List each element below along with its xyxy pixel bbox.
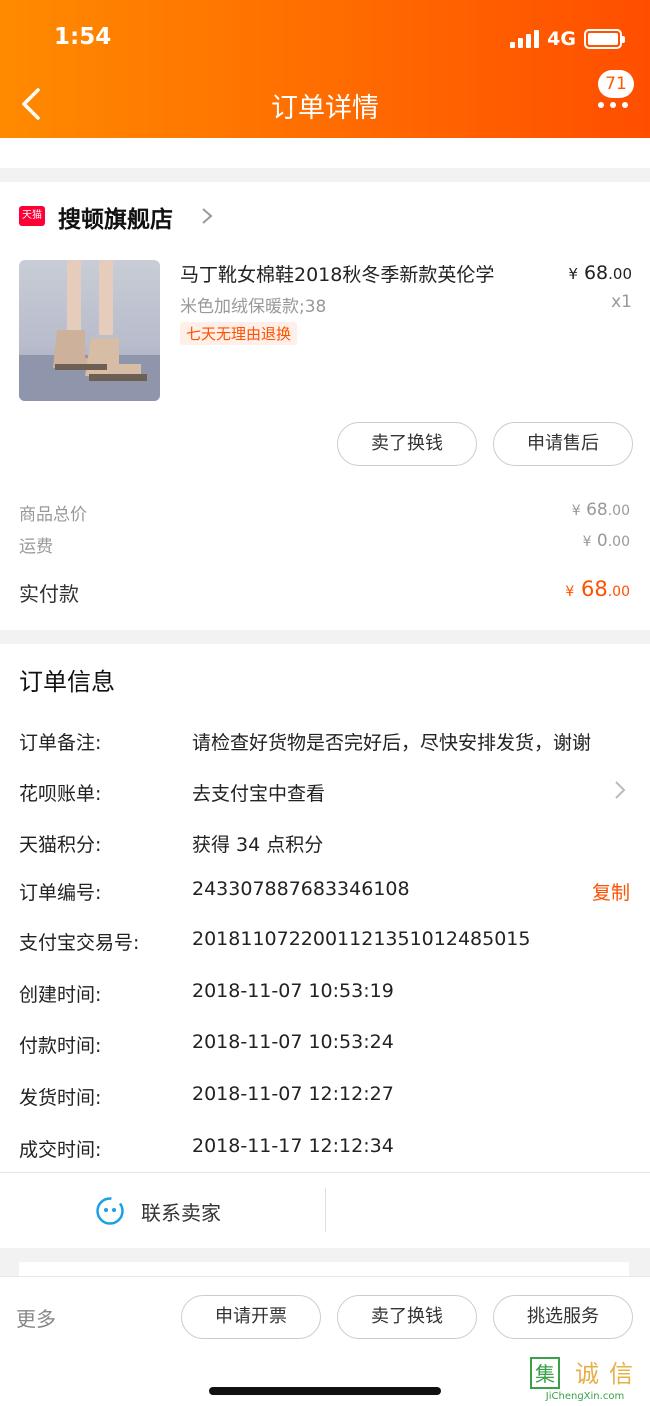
svg-text:集: 集: [535, 1362, 555, 1386]
order-info-title: 订单信息: [19, 668, 115, 696]
copy-button[interactable]: 复制: [592, 878, 630, 905]
svg-text:JiChengXin.com: JiChengXin.com: [545, 1391, 624, 1402]
paid-label: 实付款: [19, 582, 79, 606]
order-number-value: 243307887683346108: [192, 878, 410, 900]
more-icon[interactable]: [598, 102, 628, 108]
divider: [325, 1188, 326, 1232]
shop-name[interactable]: 搜顿旗舰店: [58, 200, 173, 234]
product-title[interactable]: 马丁靴女棉鞋2018秋冬季新款英伦学: [180, 260, 494, 287]
battery-icon: [584, 29, 625, 49]
product-qty: x1: [611, 292, 632, 312]
more-button[interactable]: 更多: [16, 1303, 56, 1332]
select-service-button[interactable]: 挑选服务: [493, 1295, 633, 1339]
svg-text:诚: 诚: [575, 1360, 599, 1388]
shipping-value: ¥ 0.00: [582, 531, 630, 551]
status-icons: 4G: [510, 28, 625, 50]
info-row-label: 订单备注:: [19, 732, 102, 754]
collapsed-section: [0, 138, 650, 168]
status-time: 1:54: [54, 24, 112, 50]
goods-total-label: 商品总价: [19, 505, 87, 525]
shop-card: [0, 182, 650, 630]
invoice-button[interactable]: 申请开票: [181, 1295, 321, 1339]
home-indicator: [209, 1387, 441, 1395]
paid-value: ¥ 68.00: [565, 577, 630, 601]
product-spec: 米色加绒保暖款;38: [180, 297, 327, 317]
shipping-label: 运费: [19, 537, 53, 557]
points-value: 获得 34 点积分: [192, 834, 324, 856]
shipped-time: 2018-11-07 12:12:27: [192, 1083, 394, 1105]
page-title: 订单详情: [271, 93, 379, 124]
signal-icon: [510, 30, 540, 48]
after-sales-button[interactable]: 申请售后: [493, 422, 633, 466]
product-price: ¥ 68.00: [568, 262, 632, 284]
network-label: 4G: [547, 28, 576, 50]
header-bar: 1:54 4G 订单详情 71: [0, 0, 650, 138]
info-row-label: 创建时间:: [19, 984, 102, 1006]
info-row-label: 花呗账单:: [19, 783, 102, 805]
resell-button[interactable]: 卖了换钱: [337, 422, 477, 466]
tmall-logo: 天猫: [19, 206, 45, 226]
paid-time: 2018-11-07 10:53:24: [192, 1031, 394, 1053]
info-row-label: 天猫积分:: [19, 834, 102, 856]
created-time: 2018-11-07 10:53:19: [192, 980, 394, 1002]
info-row-label: 成交时间:: [19, 1139, 102, 1161]
info-row-label: 发货时间:: [19, 1087, 102, 1109]
info-row-label: 付款时间:: [19, 1035, 102, 1057]
resell-button[interactable]: 卖了换钱: [337, 1295, 477, 1339]
return-policy-tag: 七天无理由退换: [180, 322, 298, 345]
chevron-right-icon[interactable]: [200, 206, 214, 226]
chevron-right-icon[interactable]: [614, 780, 626, 800]
svg-text:信: 信: [609, 1360, 633, 1388]
contact-seller-button[interactable]: 联系卖家: [141, 1197, 221, 1226]
watermark-logo: 集 诚 信 JiChengXin.com: [527, 1356, 642, 1402]
info-row-label: 订单编号:: [19, 882, 102, 904]
huabei-bill-link[interactable]: 去支付宝中查看: [192, 779, 325, 806]
product-image[interactable]: [19, 260, 160, 401]
divider: [0, 1172, 650, 1173]
goods-total-value: ¥ 68.00: [571, 500, 630, 520]
info-row-label: 支付宝交易号:: [19, 932, 140, 954]
message-badge[interactable]: 71: [598, 70, 634, 98]
deal-time: 2018-11-17 12:12:34: [192, 1135, 394, 1157]
order-note-value: 请检查好货物是否完好后，尽快安排发货，谢谢: [192, 732, 592, 754]
chat-icon[interactable]: [95, 1196, 125, 1226]
alipay-trade-number: 2018110722001121351012485015: [192, 928, 531, 950]
